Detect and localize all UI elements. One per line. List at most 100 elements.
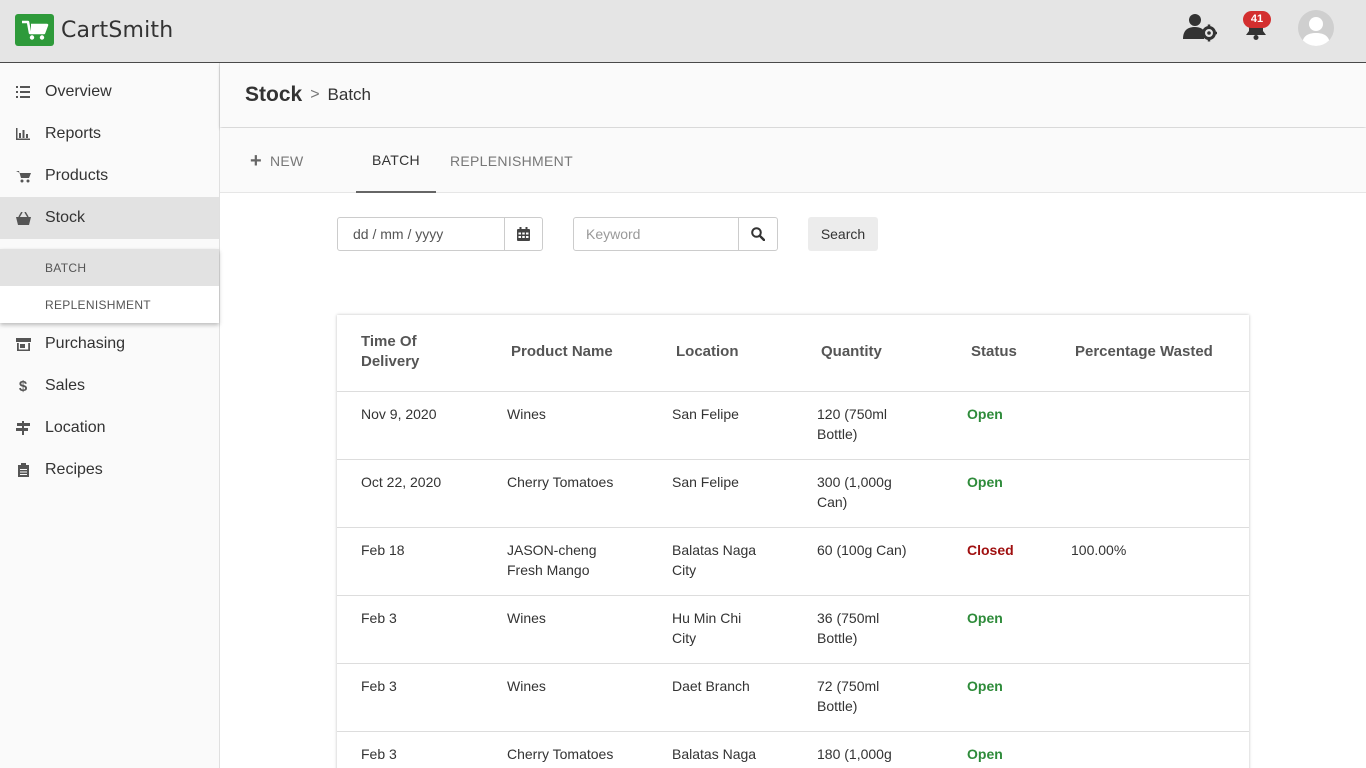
table-row[interactable]: Feb 3 Wines Hu Min Chi City 36 (750ml Bott… bbox=[337, 596, 1249, 664]
cell-quantity-line: Can) bbox=[817, 494, 848, 510]
table-header: Time Of Delivery Product Name Location Q… bbox=[337, 315, 1249, 392]
avatar[interactable] bbox=[1298, 10, 1334, 46]
cell-quantity-line: Bottle) bbox=[817, 698, 858, 714]
search-icon[interactable] bbox=[738, 217, 778, 251]
sidebar-item-sales[interactable]: $ Sales bbox=[0, 365, 219, 407]
signpost-icon bbox=[15, 420, 31, 436]
tab-batch[interactable]: BATCH bbox=[356, 128, 436, 193]
calendar-icon[interactable] bbox=[504, 217, 543, 251]
sidebar-item-label: Products bbox=[45, 167, 109, 184]
sidebar-item-label: Recipes bbox=[45, 461, 103, 478]
cell-time: Oct 22, 2020 bbox=[361, 474, 442, 490]
sidebar-item-reports[interactable]: Reports bbox=[0, 113, 219, 155]
cell-location: San Felipe bbox=[672, 472, 739, 492]
batch-table: Time Of Delivery Product Name Location Q… bbox=[337, 315, 1249, 768]
column-header-quantity[interactable]: Quantity bbox=[821, 342, 882, 362]
cell-quantity-line: Bottle) bbox=[817, 630, 858, 646]
cell-product-line: Fresh Mango bbox=[507, 562, 590, 578]
bar-chart-icon bbox=[15, 126, 31, 142]
cell-time: Feb 3 bbox=[361, 678, 397, 694]
plus-icon: + bbox=[250, 149, 262, 172]
cell-product-line: Cherry Tomatoes bbox=[507, 474, 614, 490]
cell-quantity: 180 (1,000g bbox=[817, 744, 892, 764]
submenu-item-batch[interactable]: BATCH bbox=[0, 249, 219, 286]
stock-submenu: BATCH REPLENISHMENT bbox=[0, 249, 219, 323]
sidebar-item-location[interactable]: Location bbox=[0, 407, 219, 449]
new-button[interactable]: + NEW bbox=[250, 128, 304, 193]
new-button-label: NEW bbox=[269, 152, 304, 169]
sidebar-item-overview[interactable]: Overview bbox=[0, 71, 219, 113]
cell-product-line: Wines bbox=[507, 678, 546, 694]
app-logo[interactable]: CartSmith bbox=[15, 14, 173, 46]
sidebar-item-label: Sales bbox=[45, 377, 86, 394]
notification-badge: 41 bbox=[1243, 11, 1271, 28]
top-bar: CartSmith 41 bbox=[0, 0, 1366, 63]
cell-product: JASON-cheng Fresh Mango bbox=[507, 540, 596, 580]
cell-quantity-line: Bottle) bbox=[817, 426, 858, 442]
cell-time: Feb 18 bbox=[361, 542, 405, 558]
cell-location: Balatas Naga City bbox=[672, 540, 756, 580]
cell-quantity: 72 (750ml Bottle) bbox=[817, 676, 879, 716]
cell-product-line: JASON-cheng bbox=[507, 542, 597, 558]
cart-logo-icon bbox=[15, 14, 54, 46]
table-row[interactable]: Oct 22, 2020 Cherry Tomatoes San Felipe … bbox=[337, 460, 1249, 528]
sidebar-item-label: Reports bbox=[45, 125, 102, 142]
app-name: CartSmith bbox=[61, 17, 174, 43]
date-field[interactable]: dd / mm / yyyy bbox=[337, 217, 505, 251]
table-row[interactable]: Feb 3 Wines Daet Branch 72 (750ml Bottle)… bbox=[337, 664, 1249, 732]
breadcrumb-stock[interactable]: Stock bbox=[245, 83, 302, 107]
sidebar-item-products[interactable]: Products bbox=[0, 155, 219, 197]
column-header-time[interactable]: Time Of Delivery bbox=[361, 332, 419, 372]
cell-time: Feb 3 bbox=[361, 746, 397, 762]
cell-location-line: Hu Min Chi bbox=[672, 610, 742, 626]
table-row[interactable]: Feb 3 Cherry Tomatoes Balatas Naga 180 (… bbox=[337, 732, 1249, 768]
basket-icon bbox=[15, 210, 31, 226]
cart-icon bbox=[15, 168, 31, 184]
status-badge: Open bbox=[967, 678, 1003, 694]
column-header-wasted[interactable]: Percentage Wasted bbox=[1075, 342, 1213, 362]
cell-time: Feb 3 bbox=[361, 610, 397, 626]
cell-location-line: City bbox=[672, 562, 697, 578]
cell-product: Wines bbox=[507, 608, 546, 628]
page-title: Batch bbox=[327, 85, 372, 104]
table-row[interactable]: Feb 18 JASON-cheng Fresh Mango Balatas Na… bbox=[337, 528, 1249, 596]
search-button[interactable]: Search bbox=[808, 217, 878, 251]
cell-quantity: 120 (750ml Bottle) bbox=[817, 404, 887, 444]
column-header-product[interactable]: Product Name bbox=[511, 342, 613, 362]
cell-product: Cherry Tomatoes bbox=[507, 472, 613, 492]
status-badge: Open bbox=[967, 406, 1003, 422]
cell-product-line: Cherry Tomatoes bbox=[507, 746, 614, 762]
cell-location-line: Daet Branch bbox=[672, 678, 750, 694]
cell-quantity-line: 120 (750ml bbox=[817, 406, 888, 422]
tab-replenishment[interactable]: REPLENISHMENT bbox=[450, 128, 573, 193]
cell-quantity-line: 36 (750ml bbox=[817, 610, 880, 626]
store-icon bbox=[15, 336, 31, 352]
user-settings-icon[interactable] bbox=[1183, 12, 1217, 47]
cell-location-line: San Felipe bbox=[672, 474, 739, 490]
cell-location-line: San Felipe bbox=[672, 406, 739, 422]
status-badge: Open bbox=[967, 746, 1003, 762]
sidebar-item-label: Purchasing bbox=[45, 335, 126, 352]
sidebar-item-recipes[interactable]: Recipes bbox=[0, 449, 219, 491]
column-header-status[interactable]: Status bbox=[971, 342, 1017, 362]
sidebar-item-stock[interactable]: Stock bbox=[0, 197, 219, 239]
submenu-item-replenishment[interactable]: REPLENISHMENT bbox=[0, 286, 219, 323]
cell-time: Nov 9, 2020 bbox=[361, 406, 437, 422]
column-header-location[interactable]: Location bbox=[676, 342, 739, 362]
cell-quantity: 300 (1,000g Can) bbox=[817, 472, 892, 512]
cell-location-line: Balatas Naga bbox=[672, 542, 757, 558]
table-row[interactable]: Nov 9, 2020 Wines San Felipe 120 (750ml B… bbox=[337, 392, 1249, 460]
breadcrumb: Stock > Batch bbox=[220, 63, 1366, 127]
cell-quantity-line: 60 (100g Can) bbox=[817, 542, 907, 558]
sidebar-item-purchasing[interactable]: Purchasing bbox=[0, 323, 219, 365]
cell-location: Hu Min Chi City bbox=[672, 608, 741, 648]
dollar-icon: $ bbox=[18, 377, 28, 395]
cell-product-line: Wines bbox=[507, 610, 546, 626]
sidebar-item-label: Location bbox=[45, 419, 106, 436]
column-header-time-line1: Time Of bbox=[361, 333, 417, 350]
cell-location-line: Balatas Naga bbox=[672, 746, 757, 762]
cell-location-line: City bbox=[672, 630, 697, 646]
search-input[interactable] bbox=[573, 217, 739, 251]
cell-quantity-line: 300 (1,000g bbox=[817, 474, 892, 490]
cell-location: Daet Branch bbox=[672, 676, 750, 696]
